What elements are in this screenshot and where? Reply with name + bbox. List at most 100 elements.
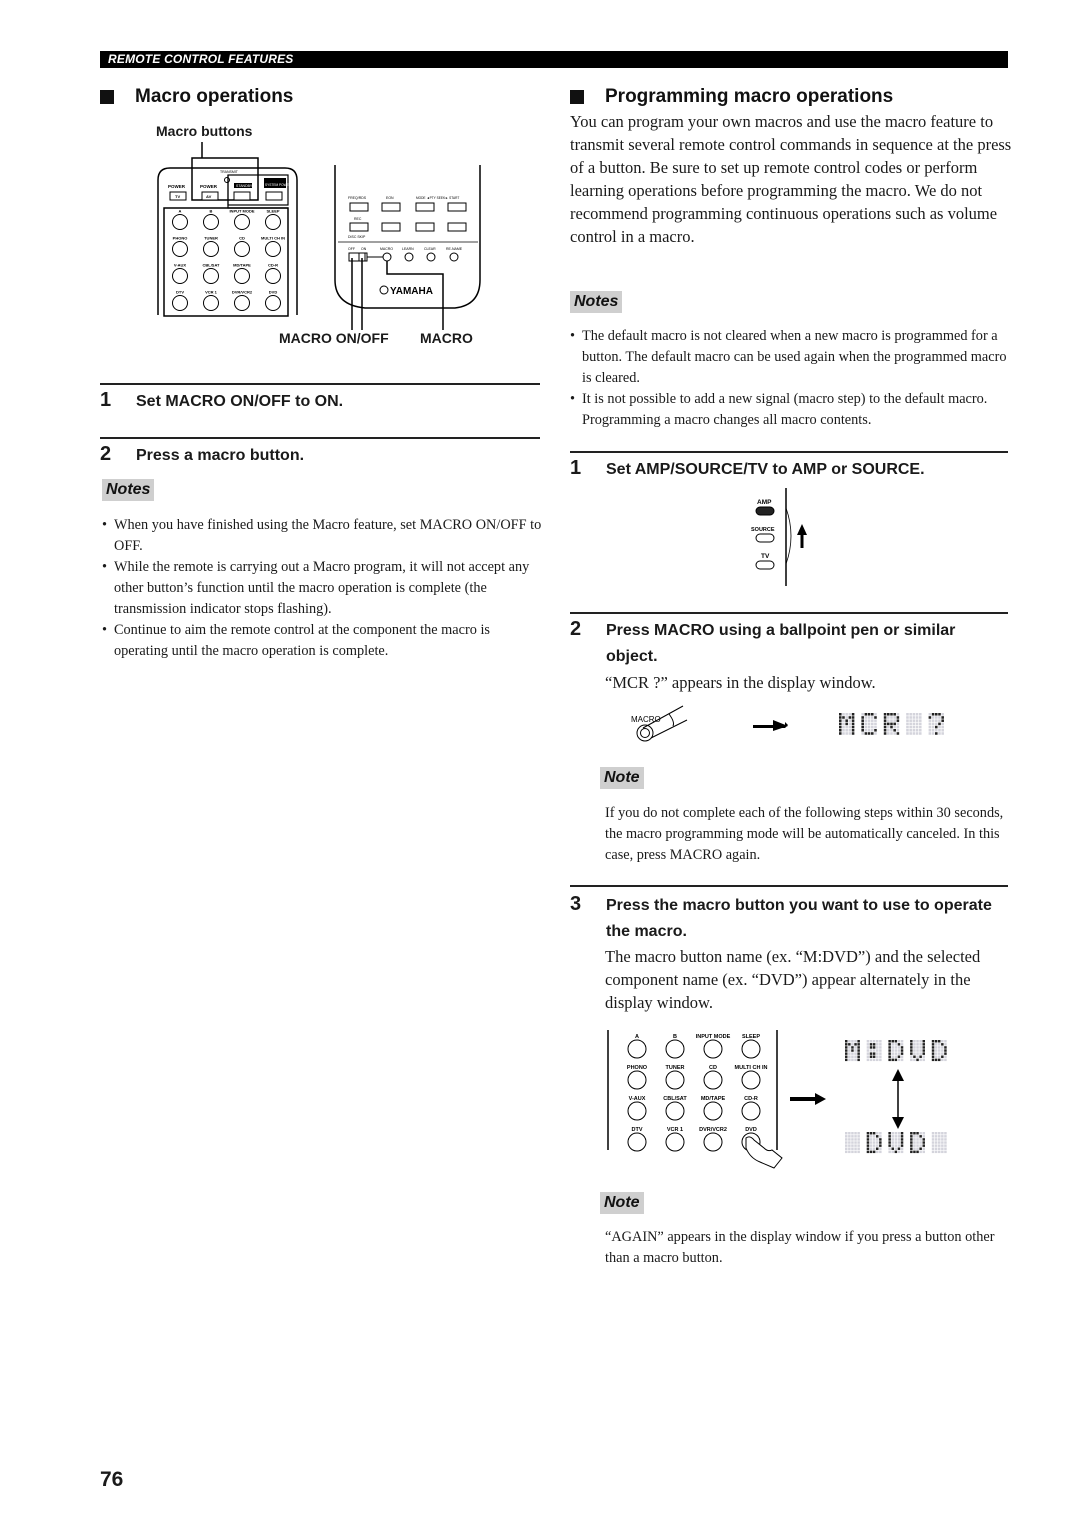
note-label-1: Note [600,767,644,789]
step-text: Press the macro button you want to use t… [606,897,992,940]
button-label: A [179,209,182,214]
button-label: CBL/SAT [663,1096,687,1102]
section-title: REMOTE CONTROL FEATURES [108,52,294,66]
display-character [928,713,944,735]
label-transmit: TRANSMIT [220,170,239,174]
button-label: B [673,1034,677,1040]
button-label: DVD [745,1127,757,1133]
notes-list-left: When you have finished using the Macro f… [102,515,542,662]
button-label: TUNER [666,1065,685,1071]
button-label: VCR 1 [205,290,218,295]
remote-button [203,268,219,284]
tv-position [755,560,775,570]
button-label: DVR/VCR2 [699,1127,727,1133]
page-number: 76 [100,1468,124,1491]
button-label: V-AUX [174,263,187,268]
right-step-2: 2 Press MACRO using a ballpoint pen or s… [570,618,1010,670]
button-label: CD [709,1065,717,1071]
remote-button [627,1070,647,1090]
arrow-up-icon [797,524,807,535]
remote-button [265,214,281,230]
display-character [861,713,877,735]
svg-text:REC: REC [354,217,362,221]
step-divider [570,451,1008,453]
button-label: CBL/SAT [202,263,220,268]
remote-button [265,241,281,257]
remote-button [172,295,188,311]
svg-text:ON: ON [361,247,367,251]
left-step-2: 2 Press a macro button. [100,443,304,469]
button-label: CD [239,236,245,241]
button-label: DTV [176,290,184,295]
source-position [755,533,775,543]
remote-illustration: TRANSMIT POWER TV POWER AV STANDBY SYSTE… [157,142,481,330]
step-text: Set MACRO ON/OFF to ON. [136,393,344,410]
notes-list-right: The default macro is not cleared when a … [570,326,1015,431]
remote-button [665,1039,685,1059]
callout-macro: MACRO [420,330,473,346]
step-text: Press a macro button. [136,447,305,464]
remote-button [203,214,219,230]
note-2-text: “AGAIN” appears in the display window if… [605,1229,995,1266]
note-1-text: If you do not complete each of the follo… [605,805,1004,863]
button-label: PHONO [627,1065,648,1071]
remote-button [703,1132,723,1152]
remote-button [172,268,188,284]
svg-text:EON: EON [386,196,394,200]
button-label: DTV [632,1127,643,1133]
macro-press-illustration: MACRO [631,705,944,742]
step-divider [100,437,540,439]
macro-button [382,252,392,262]
right-step-3: 3 Press the macro button you want to use… [570,893,1010,945]
button-label: PHONO [173,236,188,241]
button-label: CD-R [744,1096,758,1102]
button-label: DVD [269,290,278,295]
svg-text:OFF: OFF [348,247,355,251]
button-label: MD/TAPE [233,263,251,268]
label-system-power: SYSTEM POWER [265,183,292,187]
notes-label-left: Notes [102,479,155,501]
display-character [839,713,855,735]
note-item: When you have finished using the Macro f… [102,515,542,557]
svg-text:FREQ/RDS: FREQ/RDS [348,196,367,200]
callout-macro-on-off: MACRO ON/OFF [279,330,389,346]
arrow-up-icon [892,1069,904,1081]
svg-text:RE-NAME: RE-NAME [446,247,463,251]
arrow-down-icon [892,1117,904,1129]
remote-button [703,1101,723,1121]
note-item: While the remote is carrying out a Macro… [102,557,542,620]
heading-text: Programming macro operations [605,86,894,107]
step-number: 1 [570,457,582,479]
step-number: 2 [570,618,582,640]
square-bullet-icon [100,90,114,104]
label-macro: MACRO [631,715,661,724]
step-divider [570,612,1008,614]
step-divider [570,885,1008,887]
remote-button [665,1101,685,1121]
button-label: CD-R [268,263,278,268]
dot-matrix-display-mcr [839,713,944,735]
remote-button [665,1070,685,1090]
remote-button [665,1132,685,1152]
button-label: INPUT MODE [229,209,254,214]
square-bullet-icon [570,90,584,104]
label-tv: TV [761,553,770,560]
display-character [906,713,922,735]
intro-paragraph: You can program your own macros and use … [570,112,1012,246]
label-source: SOURCE [751,527,775,533]
note-item: The default macro is not cleared when a … [570,326,1015,389]
remote-buttons-grid: A B INPUT MODE SLEEP PHONO TUNER CD MULTI CH IN… [627,1034,767,1152]
display-character [931,1040,947,1062]
remote-button [741,1039,761,1059]
button-label: V-AUX [629,1096,646,1102]
step-2-description: “MCR ?” appears in the display window. [605,673,876,692]
macro-buttons-grid: A B INPUT MODE SLEEP PHONO TUNER CD MULTI CH IN… [172,209,285,311]
dot-matrix-display-mdvd [845,1040,947,1062]
yamaha-logo: YAMAHA [390,286,433,297]
button-label: INPUT MODE [696,1034,731,1040]
dot-matrix-display-dvd [845,1132,947,1154]
note-item: Continue to aim the remote control at th… [102,620,542,662]
step-3-description: The macro button name (ex. “M:DVD”) and … [605,947,981,1012]
left-step-1: 1 Set MACRO ON/OFF to ON. [100,389,343,415]
label-tv: TV [175,194,180,199]
